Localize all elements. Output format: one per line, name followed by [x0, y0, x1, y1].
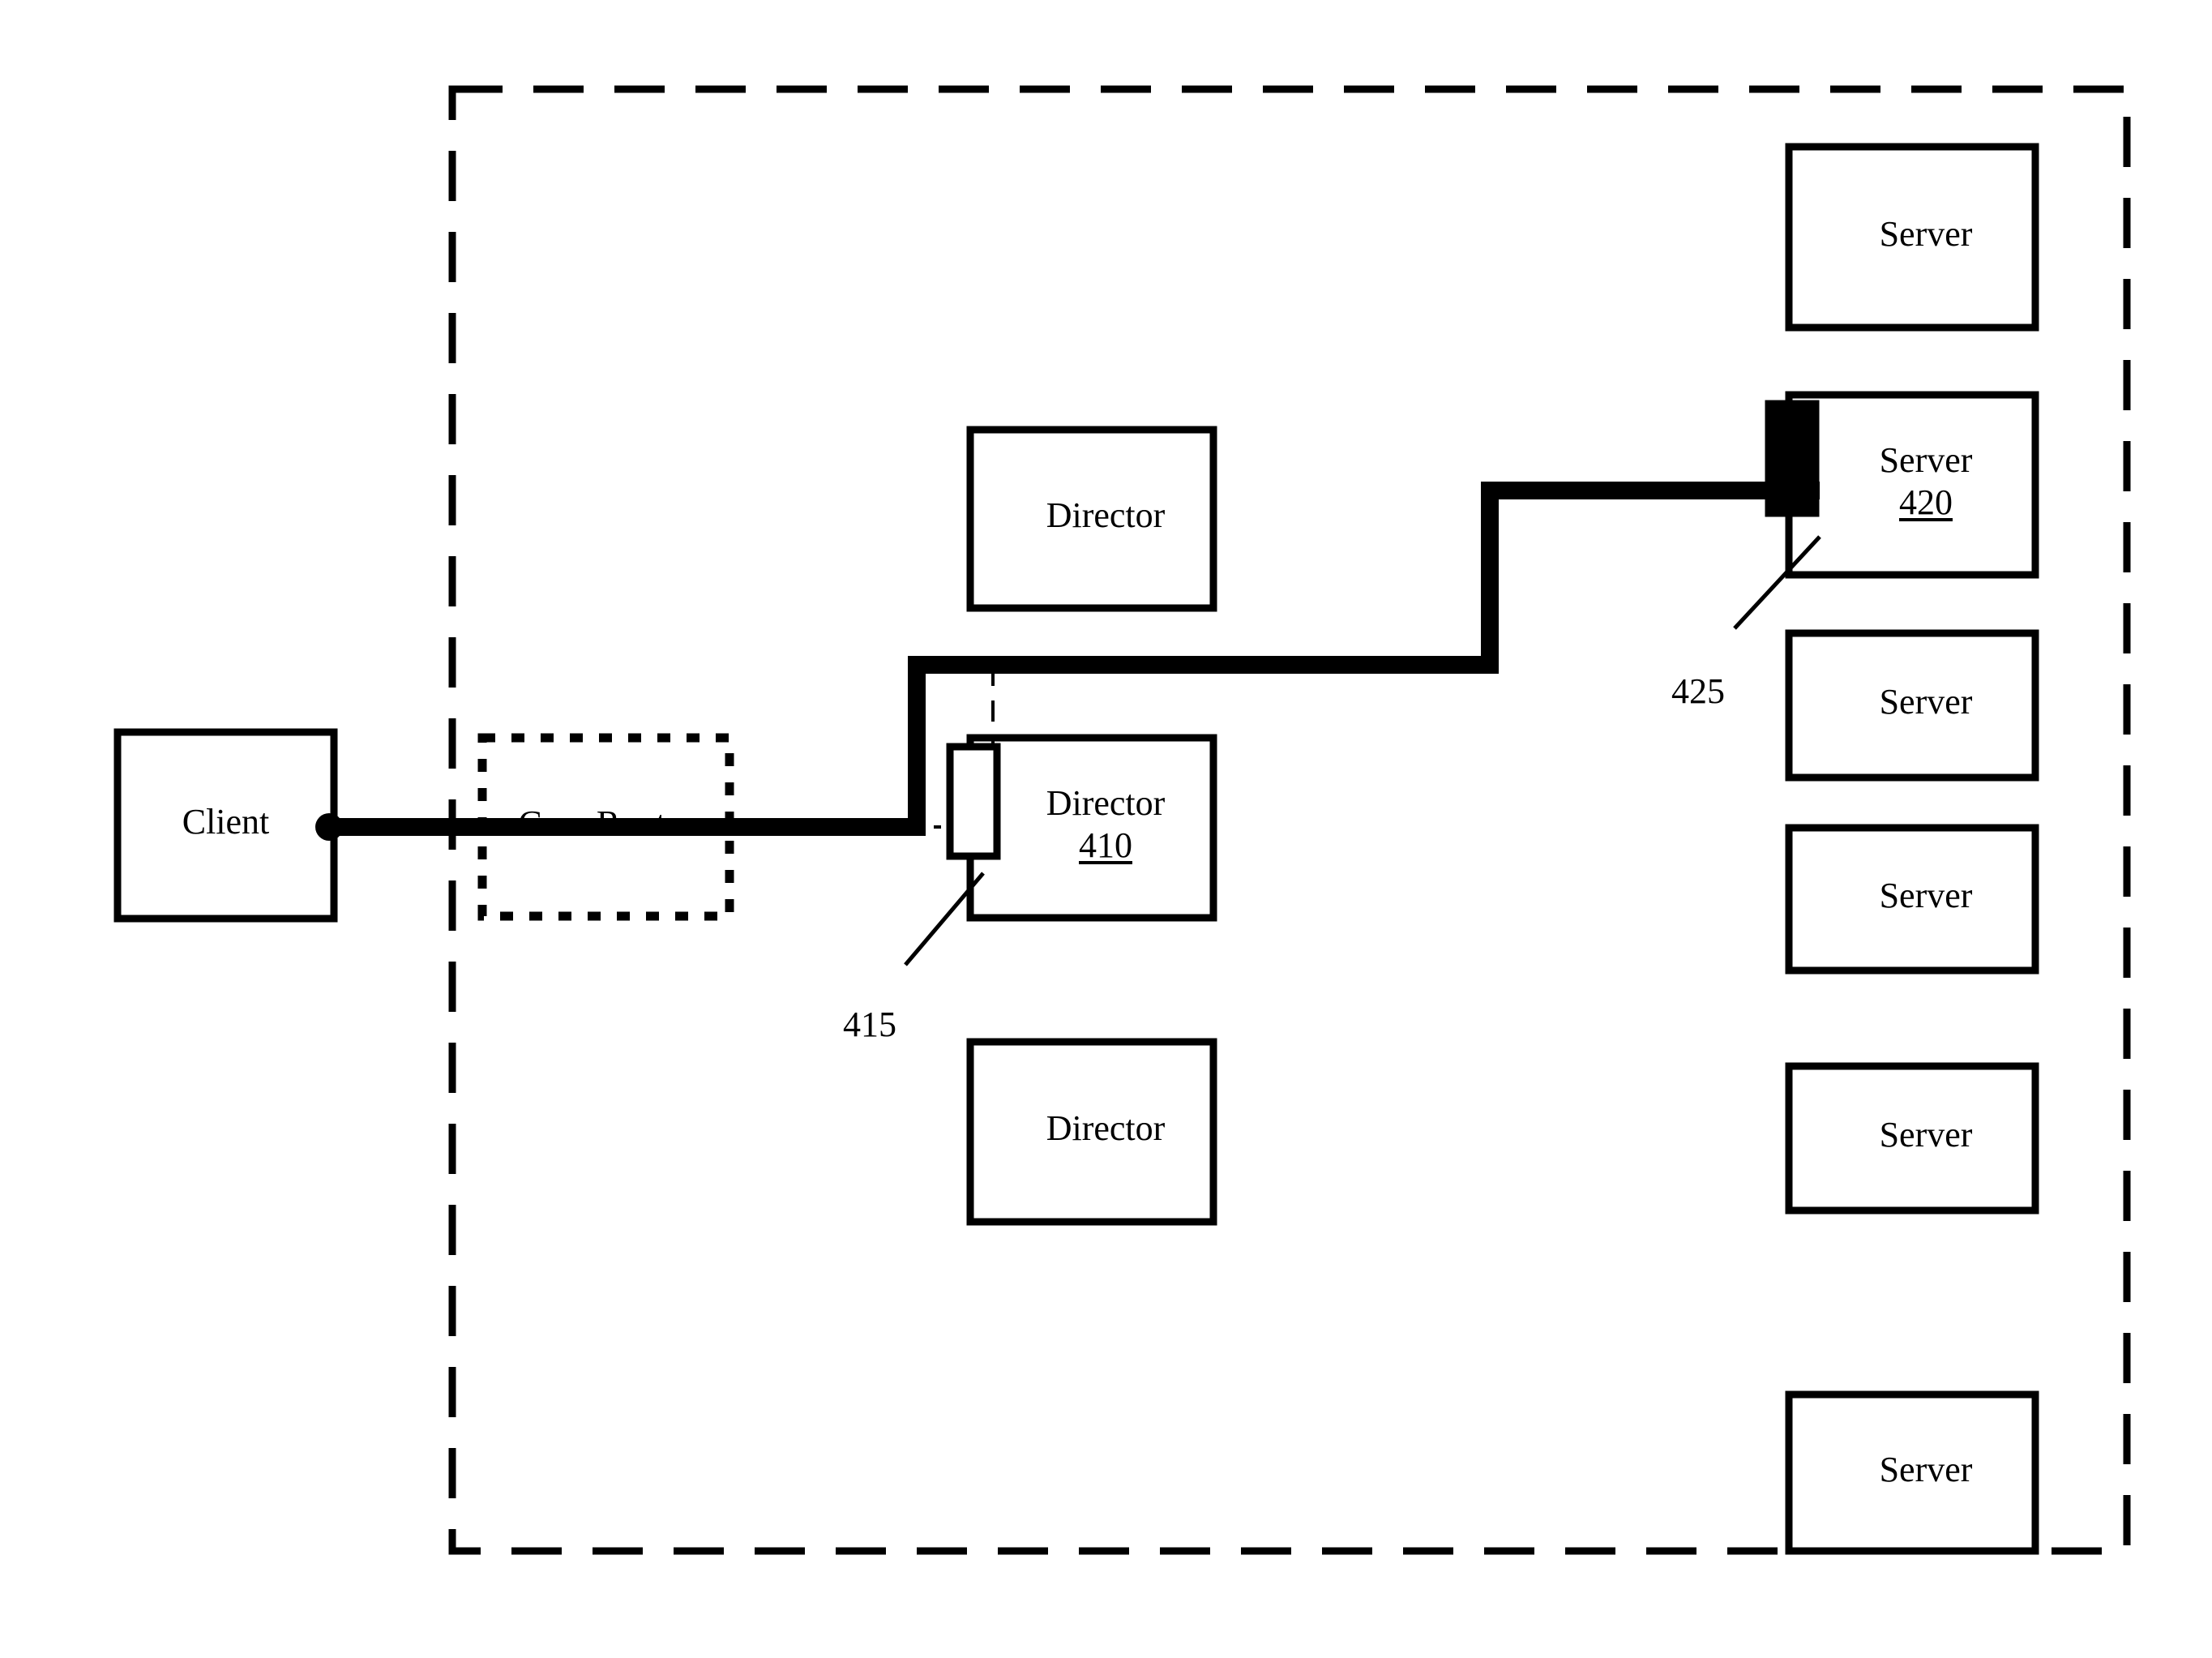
- client-box: [113, 728, 338, 923]
- core-router-label-text: Core Router: [518, 803, 694, 843]
- leader-line-425: [1733, 535, 1821, 630]
- server-box-5: [1785, 1062, 2039, 1215]
- server-box-420: [1785, 391, 2039, 579]
- figure-canvas: Client Core Router Director Director 410 Di…: [0, 0, 2212, 1658]
- director-410-port: [946, 743, 1001, 860]
- diagram-svg: [113, 85, 2131, 1555]
- director-box-410: [966, 734, 1217, 922]
- path-terminal-dot: [315, 813, 343, 841]
- reference-numeral-425: 425: [1671, 671, 1725, 711]
- director-box-1: [966, 426, 1217, 612]
- reference-numeral-415: 415: [843, 1005, 896, 1044]
- director-boxes-group: [966, 426, 1217, 1226]
- director-box-3: [966, 1038, 1217, 1226]
- server-box-6: [1785, 1390, 2039, 1555]
- server-box-4: [1785, 824, 2039, 975]
- server-boxes-group: [1785, 143, 2039, 1555]
- server-box-3: [1785, 629, 2039, 782]
- core-router-label: Core Router: [482, 803, 729, 844]
- server-box-1: [1785, 143, 2039, 332]
